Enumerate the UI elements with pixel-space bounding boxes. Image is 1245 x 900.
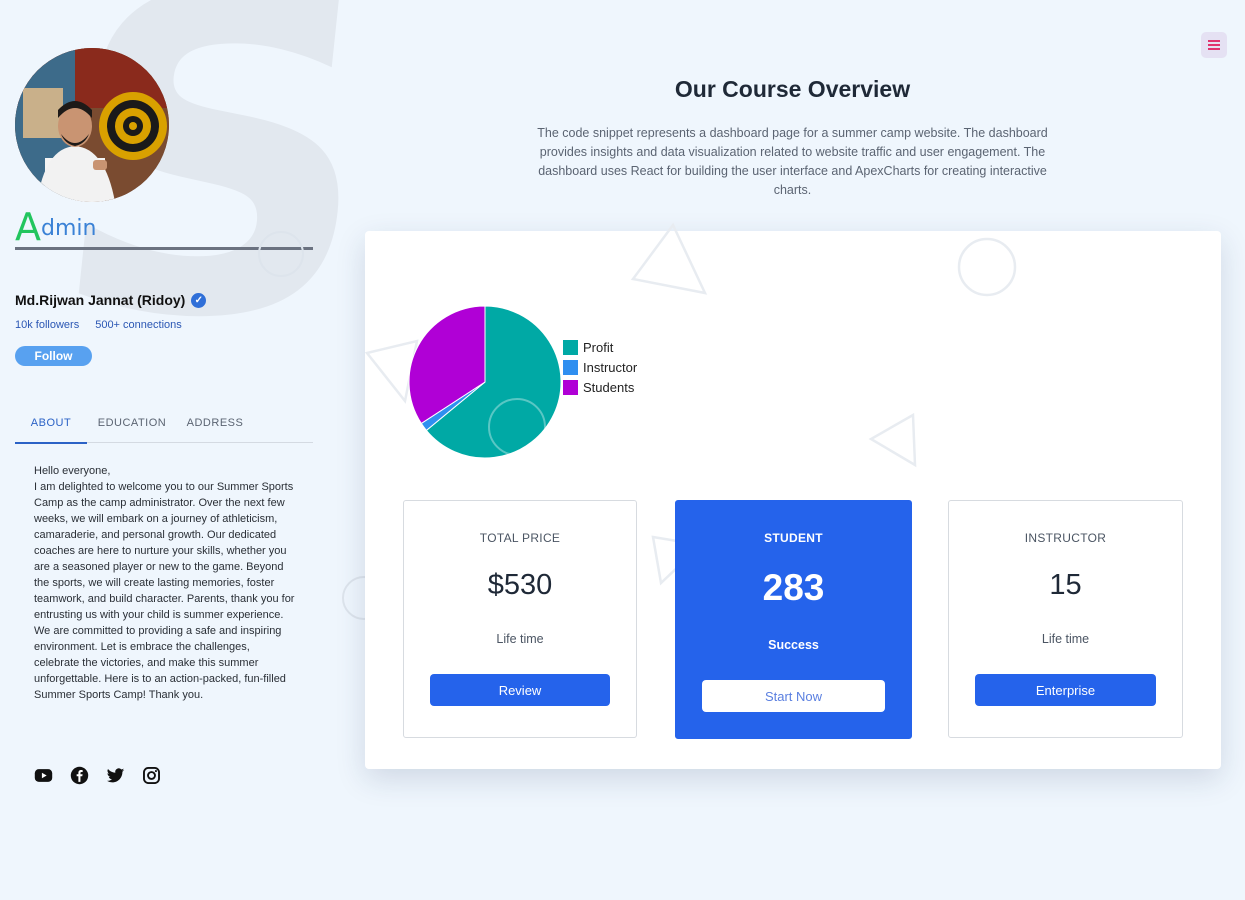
decorative-triangle [630,222,708,295]
review-button[interactable]: Review [430,674,610,706]
stat-card-total-price: TOTAL PRICE $530 Life time Review [403,500,637,738]
brand-text: dmin [41,216,97,241]
stat-value: $530 [487,569,553,601]
legend-swatch [563,359,578,375]
menu-button[interactable] [1201,32,1227,58]
tab-about[interactable]: ABOUT [15,405,87,444]
stat-label: STUDENT [764,531,823,545]
start-now-button[interactable]: Start Now [702,680,885,712]
legend-swatch [563,379,578,395]
followers-count[interactable]: 10k followers [15,319,79,331]
tab-address[interactable]: ADDRESS [177,405,253,442]
stat-label: INSTRUCTOR [1024,531,1107,545]
legend-label: Students [583,379,635,395]
legend-item[interactable]: Students [563,377,637,397]
hamburger-icon [1208,40,1220,50]
stat-card-student: STUDENT 283 Success Start Now [675,500,912,739]
facebook-icon[interactable] [70,766,89,785]
profile-sidebar: Admin Md.Rijwan Jannat (Ridoy) ✓ 10k fol… [0,0,330,868]
chart-legend: Profit Instructor Students [563,337,637,397]
stat-subtitle: Life time [1041,632,1090,646]
page-description: The code snippet represents a dashboard … [537,126,1048,197]
decorative-triangle [868,412,917,468]
brand-title: Admin [15,207,313,250]
legend-swatch [563,339,578,355]
stat-label: TOTAL PRICE [479,531,561,545]
user-name: Md.Rijwan Jannat (Ridoy) ✓ [15,292,207,308]
verified-icon: ✓ [191,292,207,308]
stat-subtitle: Success [768,638,819,652]
about-text: Hello everyone, I am delighted to welcom… [34,465,295,701]
connections-count[interactable]: 500+ connections [95,319,182,331]
stat-card-instructor: INSTRUCTOR 15 Life time Enterprise [948,500,1183,738]
profile-tabs: ABOUT EDUCATION ADDRESS [15,405,313,444]
twitter-icon[interactable] [106,766,125,785]
stat-value: 283 [762,567,825,608]
decorative-circle [957,237,1017,297]
legend-item[interactable]: Profit [563,337,637,357]
page-title: Our Course Overview [674,76,911,102]
legend-label: Profit [583,339,614,355]
avatar [15,48,169,202]
pie-chart[interactable] [405,302,565,462]
stat-value: 15 [1049,569,1082,601]
user-name-text: Md.Rijwan Jannat (Ridoy) [15,292,186,308]
stat-subtitle: Life time [496,632,544,646]
social-links [34,766,161,785]
enterprise-button[interactable]: Enterprise [975,674,1156,706]
legend-item[interactable]: Instructor [563,357,637,377]
brand-initial: A [15,205,41,249]
follow-button[interactable]: Follow [15,346,92,366]
profile-stats: 10k followers 500+ connections [15,319,182,331]
instagram-icon[interactable] [142,766,161,785]
tab-education[interactable]: EDUCATION [87,405,177,442]
youtube-icon[interactable] [34,766,53,785]
legend-label: Instructor [583,359,638,375]
